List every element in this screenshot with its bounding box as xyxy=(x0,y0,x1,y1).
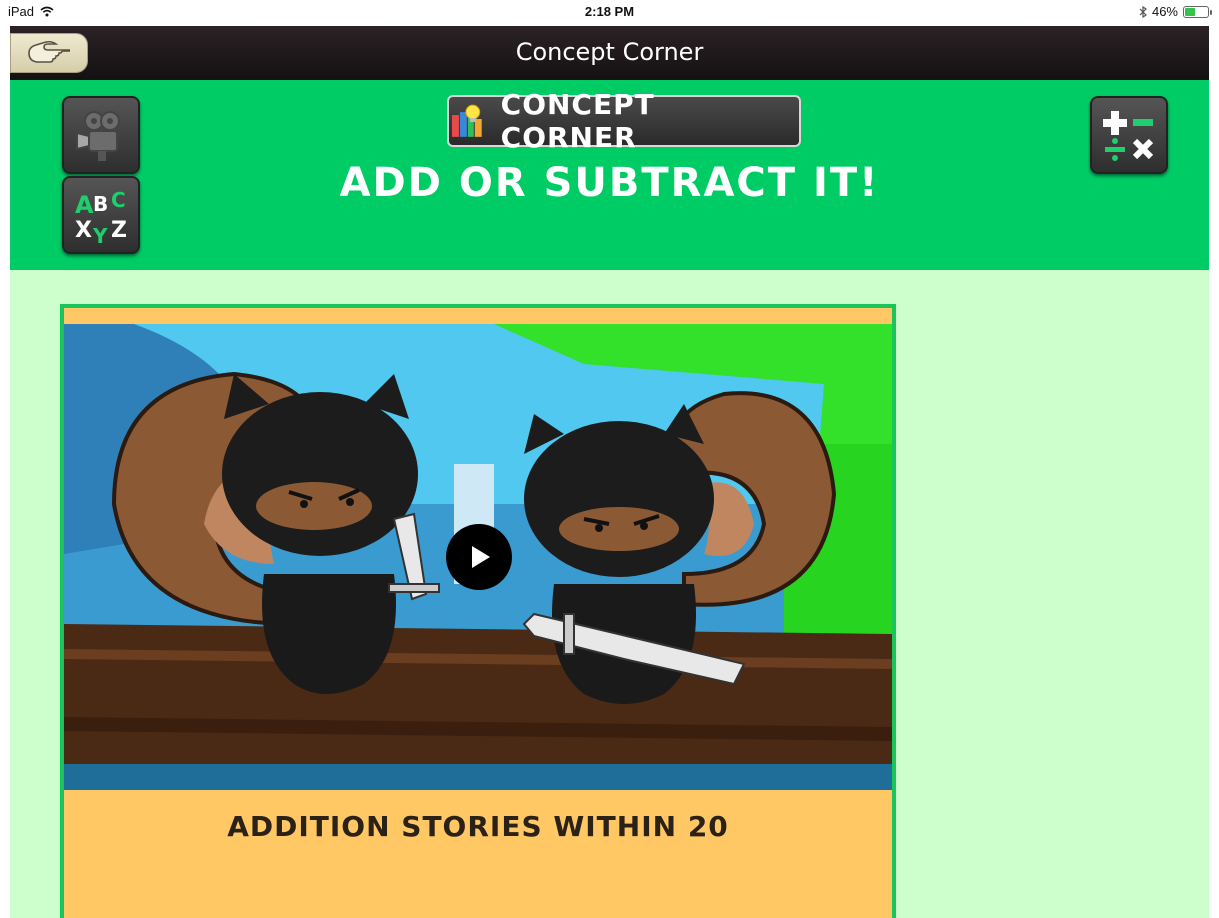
svg-text:Z: Z xyxy=(111,218,127,243)
video-card[interactable]: ADDITION STORIES WITHIN 20 xyxy=(60,304,896,918)
math-operators-button[interactable] xyxy=(1090,96,1168,174)
nav-bar: Concept Corner xyxy=(10,26,1209,80)
page-heading: ADD OR SUBTRACT IT! xyxy=(339,160,880,206)
bluetooth-icon xyxy=(1139,5,1147,18)
status-time: 2:18 PM xyxy=(584,4,635,19)
nav-title: Concept Corner xyxy=(515,38,704,66)
status-right: 46% xyxy=(1139,4,1212,19)
content-area: ADDITION STORIES WITHIN 20 xyxy=(10,270,1209,918)
header-banner: A B C X Y Z CONCEPT CORNER ADD OR SUBTRA… xyxy=(10,80,1209,270)
status-bar: iPad 2:18 PM 46% xyxy=(0,0,1219,26)
badge-label: CONCEPT CORNER xyxy=(500,88,655,154)
video-title[interactable]: ADDITION STORIES WITHIN 20 xyxy=(64,810,892,843)
battery-percent: 46% xyxy=(1151,4,1178,19)
svg-text:X: X xyxy=(75,218,92,243)
books-lightbulb-icon xyxy=(451,104,482,137)
battery-fill xyxy=(1185,7,1195,16)
battery-icon xyxy=(1183,5,1212,18)
video-camera-icon xyxy=(76,111,120,161)
play-icon xyxy=(472,546,490,568)
math-operators-icon xyxy=(1103,111,1154,161)
svg-text:Y: Y xyxy=(92,224,108,247)
play-button[interactable] xyxy=(446,524,512,590)
concept-corner-badge: CONCEPT CORNER xyxy=(447,88,801,154)
video-thumbnail[interactable] xyxy=(64,324,892,790)
